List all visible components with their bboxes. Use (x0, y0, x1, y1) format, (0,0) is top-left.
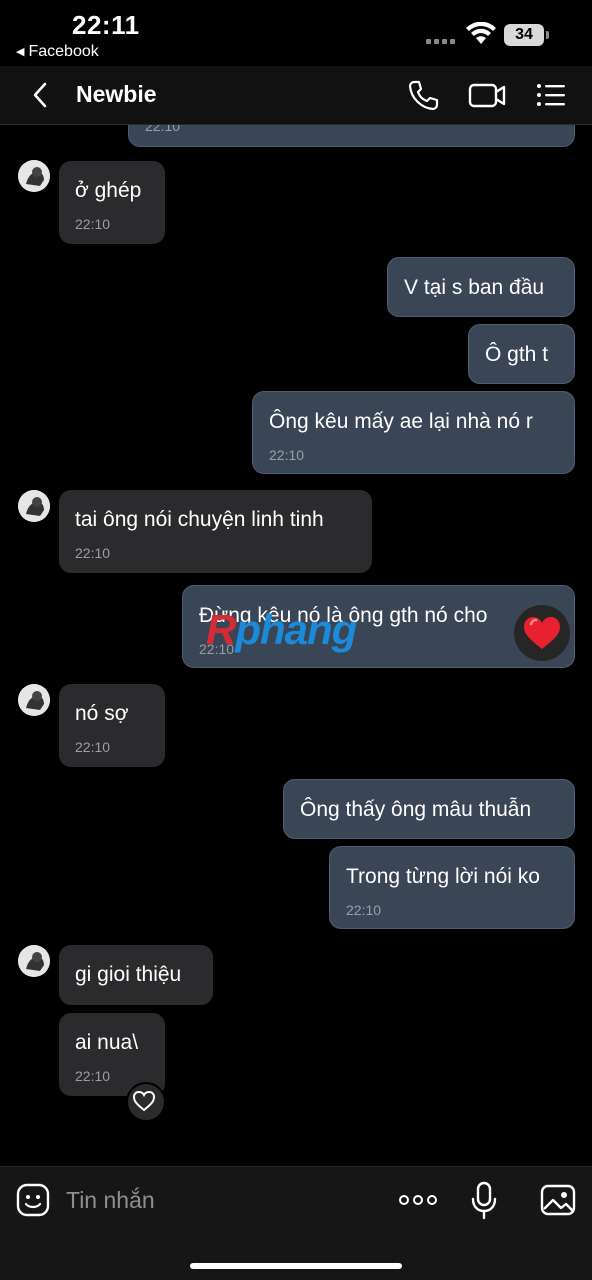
back-app-label: Facebook (28, 43, 99, 60)
message-text: tai ông nói chuyện linh tinh (75, 508, 324, 531)
message-text: Ô gth t (485, 343, 549, 366)
wifi-icon (466, 22, 496, 44)
reaction-heart[interactable] (514, 605, 570, 661)
list-menu-icon[interactable] (534, 78, 568, 112)
avatar[interactable] (18, 490, 50, 522)
message-time: 22:10 (75, 216, 111, 232)
message-bubble-outgoing[interactable]: Ông kêu mấy ae lại nhà nó r 22:10 (252, 391, 575, 474)
message-text: ai nua\ (75, 1031, 139, 1054)
image-icon[interactable] (540, 1183, 576, 1217)
message-bubble-outgoing[interactable]: Ô gth t (468, 324, 575, 384)
message-time: 22:10 (75, 739, 111, 755)
message-time: 22:10 (269, 447, 305, 463)
phone-icon[interactable] (406, 78, 440, 112)
message-text: Ông thấy ông mâu thuẫn (300, 798, 532, 821)
message-text: ở ghép (75, 179, 142, 202)
message-bubble-outgoing[interactable]: Trong từng lời nói ko 22:10 (329, 846, 575, 929)
heart-outline-icon (132, 1090, 156, 1112)
message-list[interactable]: 22:10 ở ghép 22:10 V tại s ban đầu Ô gth… (0, 125, 592, 1165)
message-bubble-outgoing[interactable]: 22:10 (128, 125, 575, 147)
message-text: gi gioi thiệu (75, 963, 182, 986)
message-input[interactable]: Tin nhắn (66, 1187, 155, 1214)
message-text: Trong từng lời nói ko (346, 865, 540, 888)
back-triangle-icon: ◀ (16, 46, 25, 58)
contact-name[interactable]: Newbie (76, 81, 157, 108)
message-bubble-incoming[interactable]: tai ông nói chuyện linh tinh 22:10 (59, 490, 372, 573)
chevron-left-icon[interactable] (26, 80, 56, 110)
emoji-icon[interactable] (16, 1183, 50, 1217)
video-camera-icon[interactable] (468, 78, 506, 112)
message-bubble-incoming[interactable]: nó sợ 22:10 (59, 684, 165, 767)
message-text: Ông kêu mấy ae lại nhà nó r (269, 410, 533, 433)
more-dots-icon[interactable] (398, 1193, 438, 1207)
composer-bar: Tin nhắn (0, 1166, 592, 1280)
message-bubble-outgoing[interactable]: Ông thấy ông mâu thuẫn (283, 779, 575, 839)
message-time: 22:10 (75, 545, 111, 561)
chat-screen: 22:11 ◀ Facebook 34 Newbie 22:10 ở ghép … (0, 0, 592, 1280)
cellular-signal-icon (426, 34, 456, 44)
message-text: V tại s ban đầu (404, 276, 545, 299)
status-time: 22:11 (72, 10, 140, 40)
home-indicator (190, 1263, 402, 1269)
avatar[interactable] (18, 945, 50, 977)
battery-tip (546, 31, 549, 39)
avatar[interactable] (18, 684, 50, 716)
heart-icon (524, 617, 560, 649)
message-time: 22:10 (346, 902, 382, 918)
chat-header: Newbie (0, 66, 592, 125)
message-bubble-outgoing[interactable]: V tại s ban đầu (387, 257, 575, 317)
message-text: Đừng kêu nó là ông gth nó cho (199, 604, 488, 627)
avatar[interactable] (18, 160, 50, 192)
message-text: nó sợ (75, 702, 129, 725)
battery-indicator: 34 (504, 24, 544, 46)
message-bubble-incoming[interactable]: gi gioi thiệu (59, 945, 213, 1005)
microphone-icon[interactable] (470, 1181, 498, 1221)
reaction-heart-outline[interactable] (126, 1082, 166, 1122)
message-bubble-incoming[interactable]: ở ghép 22:10 (59, 161, 165, 244)
back-to-app-link[interactable]: ◀ Facebook (16, 43, 99, 61)
message-time: 22:10 (145, 125, 181, 134)
message-time: 22:10 (75, 1068, 111, 1084)
message-time: 22:10 (199, 641, 235, 657)
